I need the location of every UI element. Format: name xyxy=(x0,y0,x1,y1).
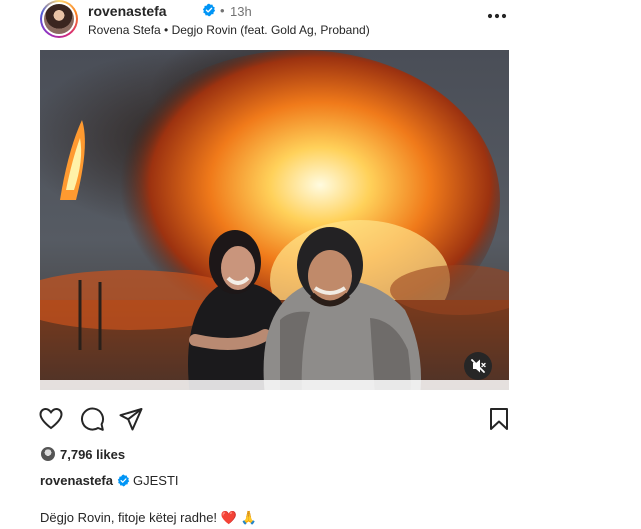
caption: rovenastefa GJESTI xyxy=(40,473,179,488)
mute-toggle[interactable] xyxy=(464,352,492,380)
likes-count[interactable]: 7,796 likes xyxy=(60,447,125,462)
verified-badge-icon xyxy=(117,474,130,487)
heart-icon[interactable] xyxy=(38,406,64,432)
profile-avatar[interactable] xyxy=(40,0,78,38)
avatar-photo xyxy=(44,4,74,34)
caption-username[interactable]: rovenastefa xyxy=(40,473,113,488)
speaker-muted-icon xyxy=(471,359,486,373)
caption-text: GJESTI xyxy=(132,473,179,488)
post-actions xyxy=(38,406,510,436)
bookmark-icon[interactable] xyxy=(486,406,512,432)
post-header: rovenastefa • 13h Rovena Stefa • Degjo R… xyxy=(38,0,510,44)
verified-badge-icon xyxy=(202,3,216,17)
share-icon[interactable] xyxy=(118,406,144,432)
liker-avatar xyxy=(40,446,56,462)
audio-attribution[interactable]: Rovena Stefa • Degjo Rovin (feat. Gold A… xyxy=(88,23,370,37)
more-options-icon[interactable] xyxy=(484,6,510,26)
video-frame xyxy=(40,50,509,396)
post-username[interactable]: rovenastefa xyxy=(88,3,167,19)
comment-icon[interactable] xyxy=(79,406,105,432)
post-time[interactable]: 13h xyxy=(230,4,252,19)
separator-dot: • xyxy=(220,3,225,18)
post-video[interactable] xyxy=(40,50,509,396)
caption-line-2: Dëgjo Rovin, fitoje këtej radhe! ❤️ 🙏 xyxy=(40,510,257,525)
